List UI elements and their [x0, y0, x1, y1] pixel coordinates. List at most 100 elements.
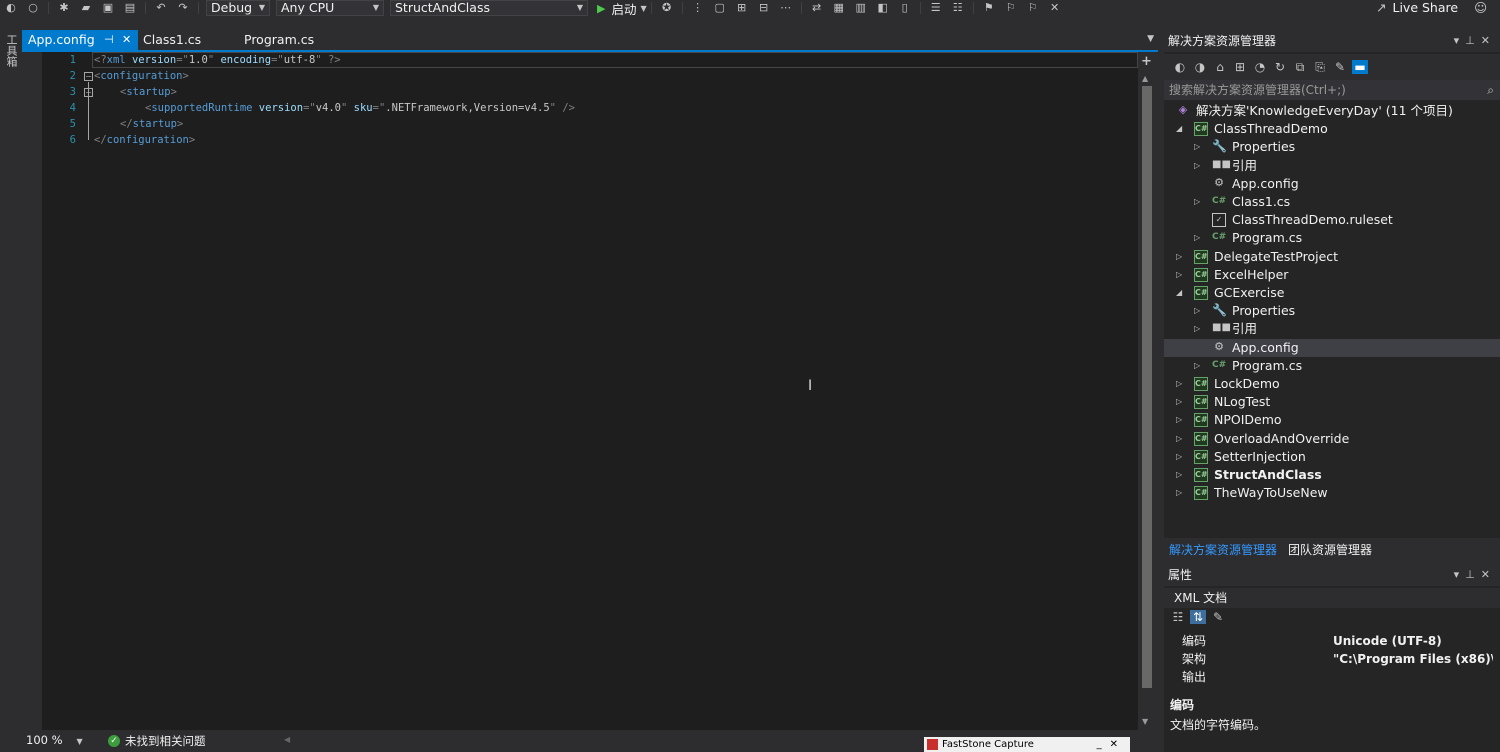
tab-class1-cs[interactable]: Class1.cs: [137, 30, 233, 50]
back-icon[interactable]: ◐: [1172, 60, 1188, 74]
feedback-icon[interactable]: ☺: [1474, 0, 1487, 15]
tree-item[interactable]: ⚙ App.config: [1164, 338, 1500, 357]
scroll-left-icon[interactable]: ◀: [284, 735, 290, 744]
scrollbar-thumb[interactable]: [1142, 86, 1152, 688]
open-file-icon[interactable]: ▰: [78, 1, 94, 15]
navigate-back-icon[interactable]: ◐: [3, 1, 19, 15]
collapsed-arrow-icon[interactable]: ▷: [1176, 448, 1182, 466]
tree-item[interactable]: ▷ C# OverloadAndOverride: [1164, 430, 1500, 448]
save-icon[interactable]: ▣: [100, 1, 116, 15]
refresh-icon[interactable]: ↻: [1272, 60, 1288, 74]
panel-icon[interactable]: ▯: [897, 1, 913, 15]
collapsed-arrow-icon[interactable]: ▷: [1194, 357, 1200, 375]
issues-indicator[interactable]: ✓ 未找到相关问题: [108, 733, 206, 749]
zoom-dropdown[interactable]: 100 % ▼: [26, 733, 83, 747]
expanded-arrow-icon[interactable]: ◢: [1176, 284, 1182, 302]
collapsed-arrow-icon[interactable]: ▷: [1176, 430, 1182, 448]
property-row-encoding[interactable]: 编码 Unicode (UTF-8): [1164, 632, 1496, 650]
toolbox-strip[interactable]: 工具箱: [0, 30, 20, 752]
dropdown-icon[interactable]: ▾: [1454, 34, 1466, 47]
property-row-output[interactable]: 输出: [1164, 668, 1496, 686]
minimize-icon[interactable]: _: [1097, 739, 1110, 750]
collapsed-arrow-icon[interactable]: ▷: [1194, 229, 1200, 247]
live-share-button[interactable]: ↗ Live Share ☺: [1376, 0, 1487, 15]
new-project-icon[interactable]: ✱: [56, 1, 72, 15]
close-icon[interactable]: ✕: [1481, 34, 1496, 47]
step-over-icon[interactable]: ⋮: [690, 1, 706, 15]
property-row-schema[interactable]: 架构 "C:\Program Files (x86)\Mi: [1164, 650, 1496, 668]
tab-overflow-icon[interactable]: ▼: [1147, 34, 1154, 44]
collapsed-arrow-icon[interactable]: ▷: [1176, 411, 1182, 429]
tree-item[interactable]: ◢ C# ClassThreadDemo: [1164, 120, 1500, 138]
undo-icon[interactable]: ↶: [153, 1, 169, 15]
configuration-dropdown[interactable]: Debug ▼: [206, 0, 270, 16]
alphabetical-icon[interactable]: ⇅: [1190, 610, 1206, 624]
prev-bookmark-icon[interactable]: ⚐: [1003, 1, 1019, 15]
categorized-icon[interactable]: ☷: [1170, 610, 1186, 624]
collapsed-arrow-icon[interactable]: ▷: [1176, 375, 1182, 393]
tree-item[interactable]: ▷ C# LockDemo: [1164, 375, 1500, 393]
split-editor-icon[interactable]: +: [1141, 54, 1152, 69]
tab-app-config[interactable]: App.config ⊣ ✕: [22, 30, 138, 50]
tree-item[interactable]: ▷ ■■ 引用: [1164, 320, 1500, 338]
hierarchy-icon[interactable]: ⊞: [734, 1, 750, 15]
property-value[interactable]: Unicode (UTF-8): [1333, 632, 1493, 650]
save-all-icon[interactable]: ▤: [122, 1, 138, 15]
tree-item[interactable]: ▷ C# Program.cs: [1164, 357, 1500, 375]
tab-program-cs[interactable]: Program.cs: [238, 30, 334, 50]
next-bookmark-icon[interactable]: ⚐: [1025, 1, 1041, 15]
tab-team-explorer[interactable]: 团队资源管理器: [1288, 541, 1372, 558]
tree-item[interactable]: ✓ ClassThreadDemo.ruleset: [1164, 211, 1500, 229]
tree-item[interactable]: ▷ C# DelegateTestProject: [1164, 248, 1500, 266]
properties-object-selector[interactable]: XML 文档: [1164, 588, 1500, 608]
tree-item[interactable]: ▷ C# StructAndClass: [1164, 466, 1500, 484]
start-button[interactable]: ▶ 启动 ▼: [597, 0, 647, 17]
hot-reload-icon[interactable]: ✪: [659, 1, 675, 15]
faststone-capture-window[interactable]: FastStone Capture _✕: [924, 737, 1130, 752]
show-all-files-icon[interactable]: ⎘: [1312, 60, 1328, 74]
switch-views-icon[interactable]: ⊞: [1232, 60, 1248, 74]
search-icon[interactable]: ⌕: [1487, 80, 1494, 100]
tree-item[interactable]: ▷ C# Program.cs: [1164, 229, 1500, 247]
redo-icon[interactable]: ↷: [175, 1, 191, 15]
grid-icon[interactable]: ⋯: [778, 1, 794, 15]
tree-item[interactable]: ⚙ App.config: [1164, 175, 1500, 193]
bookmark-icon[interactable]: ⚑: [981, 1, 997, 15]
collapsed-arrow-icon[interactable]: ▷: [1176, 466, 1182, 484]
tab-solution-explorer[interactable]: 解决方案资源管理器: [1169, 541, 1277, 558]
collapsed-arrow-icon[interactable]: ▷: [1194, 138, 1200, 156]
screenshot-icon[interactable]: ▦: [831, 1, 847, 15]
tree-item[interactable]: ▷ C# NLogTest: [1164, 393, 1500, 411]
align-icon[interactable]: ▥: [853, 1, 869, 15]
collapsed-arrow-icon[interactable]: ▷: [1176, 393, 1182, 411]
collapsed-arrow-icon[interactable]: ▷: [1176, 266, 1182, 284]
image-icon[interactable]: ◧: [875, 1, 891, 15]
pin-icon[interactable]: ⊥: [1465, 34, 1481, 47]
collapsed-arrow-icon[interactable]: ▷: [1194, 193, 1200, 211]
home-icon[interactable]: ⌂: [1212, 60, 1228, 74]
scroll-up-icon[interactable]: ▲: [1142, 74, 1148, 83]
close-icon[interactable]: ✕: [1110, 739, 1126, 750]
tree-item[interactable]: ▷ C# SetterInjection: [1164, 448, 1500, 466]
collapsed-arrow-icon[interactable]: ▷: [1176, 484, 1182, 502]
collapsed-arrow-icon[interactable]: ▷: [1176, 248, 1182, 266]
tree-item[interactable]: ▷ C# TheWayToUseNew: [1164, 484, 1500, 502]
tree-item[interactable]: ▷ C# ExcelHelper: [1164, 266, 1500, 284]
tree-item[interactable]: ▷ 🔧 Properties: [1164, 138, 1500, 156]
toolbox-label[interactable]: 工具箱: [3, 34, 19, 67]
collapsed-arrow-icon[interactable]: ▷: [1194, 302, 1200, 320]
file-icon[interactable]: ▢: [712, 1, 728, 15]
layout-icon[interactable]: ⊟: [756, 1, 772, 15]
clear-bookmarks-icon[interactable]: ✕: [1047, 1, 1063, 15]
properties-wrench-icon[interactable]: ✎: [1332, 60, 1348, 74]
pending-changes-icon[interactable]: ◔: [1252, 60, 1268, 74]
tree-item[interactable]: ◢ C# GCExercise: [1164, 284, 1500, 302]
tree-item[interactable]: ▷ C# Class1.cs: [1164, 193, 1500, 211]
tree-item[interactable]: ▷ 🔧 Properties: [1164, 302, 1500, 320]
pin-icon[interactable]: ⊣: [104, 30, 114, 50]
scroll-down-icon[interactable]: ▼: [1142, 717, 1148, 726]
navigate-forward-icon[interactable]: ○: [25, 1, 41, 15]
preview-selected-icon[interactable]: ▬: [1352, 60, 1368, 74]
property-value[interactable]: "C:\Program Files (x86)\Mi: [1333, 650, 1493, 668]
collapse-icon[interactable]: −: [84, 72, 93, 81]
